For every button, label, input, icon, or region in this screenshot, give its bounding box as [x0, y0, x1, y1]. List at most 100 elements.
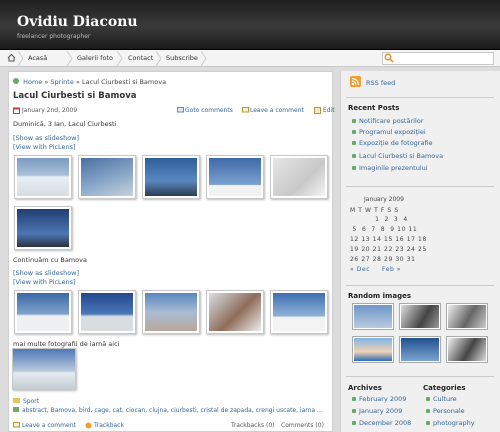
calendar-week: 12 13 14 15 16 17 18	[350, 236, 427, 243]
category-link[interactable]: Personale	[433, 407, 465, 415]
edit-icon	[314, 107, 321, 116]
leave-comment-link[interactable]: Leave a comment	[250, 107, 304, 114]
archive-link[interactable]: January 2009	[359, 407, 402, 415]
breadcrumb: Home » Sprinte » Lacul Ciurbesti si Bamo…	[13, 78, 166, 86]
nav-item-galerii[interactable]: Galerii foto	[77, 52, 113, 65]
calendar-next-link[interactable]: Feb »	[382, 266, 401, 273]
more-photos-thumbnail[interactable]	[12, 348, 76, 390]
rss-icon[interactable]	[350, 76, 361, 87]
slideshow-link[interactable]: [Show as slideshow]	[13, 269, 79, 277]
nav-separator	[18, 51, 24, 66]
gallery-thumbnail[interactable]	[142, 290, 200, 334]
random-image[interactable]	[352, 336, 394, 363]
category-link[interactable]: Culture	[433, 395, 457, 403]
piclens-link[interactable]: [View with PicLens]	[13, 278, 76, 286]
nav-item-subscribe[interactable]: Subscribe	[166, 52, 198, 65]
post-date: January 2nd, 2009	[22, 107, 78, 114]
calendar-prev-link[interactable]: « Dec	[350, 266, 370, 273]
bullet-icon	[352, 421, 356, 425]
recent-post-link[interactable]: Notificare postărilor	[359, 117, 423, 125]
comments-icon	[177, 107, 184, 116]
main-nav: Acasă Galerii foto Contact Subscribe	[0, 50, 500, 67]
breadcrumb-home[interactable]: Home	[23, 78, 42, 86]
gallery-thumbnail[interactable]	[270, 290, 328, 334]
bullet-icon	[426, 421, 430, 425]
gallery-caption: Continuăm cu Bamova	[13, 256, 87, 264]
gallery-thumbnail[interactable]	[14, 290, 72, 334]
bullet-icon	[352, 409, 356, 413]
post-intro: Duminică, 3 Ian, Lacul Ciurbesti	[13, 120, 117, 128]
breadcrumb-home-icon	[13, 78, 19, 84]
post-category: Sport	[13, 398, 39, 405]
random-images-heading: Random images	[348, 292, 411, 300]
more-photos-text[interactable]: mai multe fotografii de iarnă aici	[13, 340, 119, 348]
random-image[interactable]	[399, 336, 441, 363]
breadcrumb-separator: »	[44, 78, 49, 86]
recent-post-link[interactable]: Expoziție de fotografie	[359, 139, 433, 147]
sidebar-divider	[346, 186, 494, 187]
rss-feed-link[interactable]: RSS feed	[366, 79, 395, 87]
gallery-thumbnail[interactable]	[78, 155, 136, 199]
gallery-thumbnail[interactable]	[270, 155, 328, 199]
nav-item-acasa[interactable]: Acasă	[28, 52, 47, 65]
sidebar-divider	[346, 97, 494, 98]
recent-post-link[interactable]: Programul expoziției	[359, 128, 426, 136]
archives-heading: Archives	[348, 384, 382, 392]
site-header: Ovidiu Diaconu freelancer photographer	[0, 0, 500, 50]
sidebar-divider	[346, 376, 494, 377]
gallery-thumbnail[interactable]	[206, 155, 264, 199]
leave-comment-icon	[13, 422, 20, 431]
random-image[interactable]	[446, 336, 488, 363]
archive-link[interactable]: February 2009	[359, 395, 406, 403]
bullet-icon	[352, 166, 356, 170]
categories-heading: Categories	[423, 384, 466, 392]
archive-link[interactable]: December 2008	[359, 419, 411, 427]
calendar-weekdays: M T W T F S S	[350, 207, 399, 214]
random-image[interactable]	[352, 303, 394, 330]
gallery-thumbnail[interactable]	[78, 290, 136, 334]
post-title[interactable]: Lacul Ciurbesti si Bamova	[13, 91, 136, 101]
calendar-icon	[13, 107, 20, 116]
bullet-icon	[352, 119, 356, 123]
search-icon[interactable]	[384, 53, 394, 63]
post-tags: abstract, Bamova, bird, cage, cat, cioca…	[13, 407, 323, 414]
site-title[interactable]: Ovidiu Diaconu	[17, 14, 138, 30]
edit-link[interactable]: Edit	[323, 107, 335, 114]
category-link[interactable]: photography	[433, 419, 475, 427]
piclens-link[interactable]: [View with PicLens]	[13, 143, 76, 151]
calendar-week: 26 27 28 29 30 31	[350, 256, 416, 263]
calendar-month: January 2009	[364, 196, 404, 203]
category-link[interactable]: Sport	[23, 398, 39, 405]
calendar-week: 19 20 21 22 23 24 25	[350, 246, 427, 253]
gallery-thumbnail[interactable]	[14, 155, 72, 199]
footer-leave-comment[interactable]: Leave a comment	[22, 422, 76, 429]
nav-separator	[156, 51, 162, 66]
bullet-icon	[352, 397, 356, 401]
nav-item-contact[interactable]: Contact	[128, 52, 153, 65]
recent-post-link[interactable]: Lacul Ciurbesti si Bamova	[359, 152, 443, 160]
footer-comments-count[interactable]: Comments (0)	[281, 422, 324, 429]
footer-trackback[interactable]: Trackback	[94, 422, 124, 429]
recent-post-link[interactable]: Imaginile prezentului	[359, 164, 428, 172]
leave-comment-icon	[242, 107, 249, 116]
folder-icon	[13, 398, 20, 403]
calendar-week: 5 6 7 8 9 10 11	[350, 226, 418, 233]
tag-icon	[13, 407, 19, 412]
random-image[interactable]	[399, 303, 441, 330]
gallery-thumbnail[interactable]	[206, 290, 264, 334]
gallery-thumbnail[interactable]	[14, 206, 72, 250]
footer-trackbacks-count[interactable]: Trackbacks (0)	[231, 422, 275, 429]
post-footer: Leave a comment Trackback Trackbacks (0)…	[9, 420, 332, 432]
goto-comments-link[interactable]: Goto comments	[185, 107, 233, 114]
bullet-icon	[352, 154, 356, 158]
slideshow-link[interactable]: [Show as slideshow]	[13, 134, 79, 142]
bullet-icon	[426, 409, 430, 413]
home-icon[interactable]	[7, 53, 16, 62]
breadcrumb-category[interactable]: Sprinte	[50, 78, 73, 86]
post-content: Home » Sprinte » Lacul Ciurbesti si Bamo…	[8, 71, 335, 432]
tag-list[interactable]: abstract, Bamova, bird, cage, cat, cioca…	[22, 407, 323, 414]
gallery-thumbnail[interactable]	[142, 155, 200, 199]
search-input[interactable]	[382, 52, 494, 65]
trackback-icon	[85, 422, 92, 431]
random-image[interactable]	[446, 303, 488, 330]
